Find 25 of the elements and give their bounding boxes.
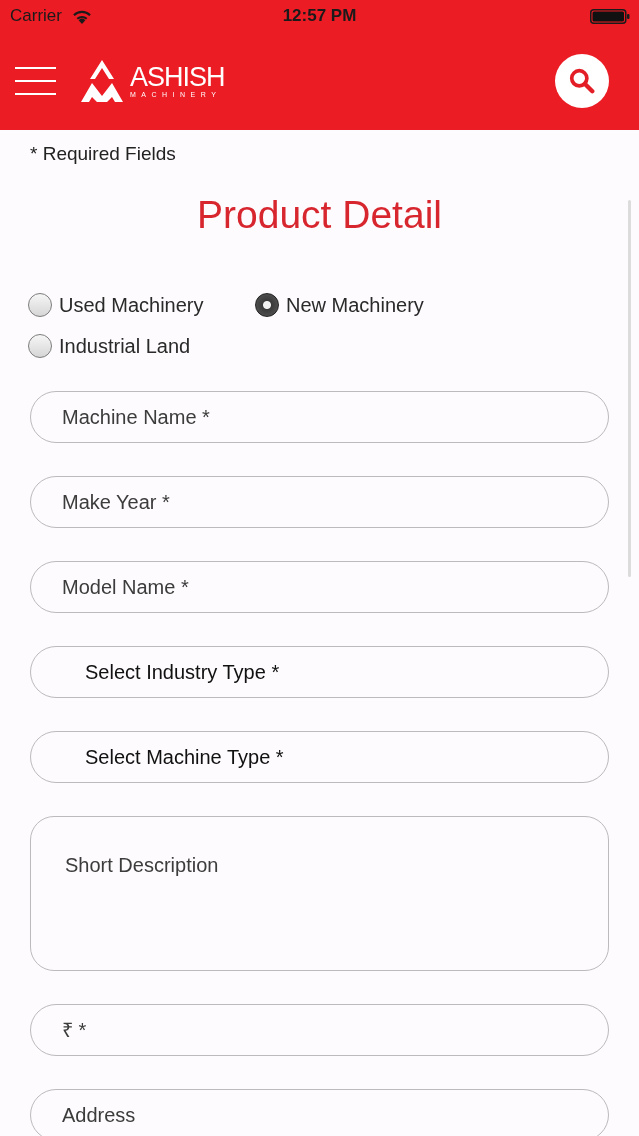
battery-icon (590, 8, 630, 24)
radio-label[interactable]: New Machinery (286, 293, 424, 317)
dropdown-field[interactable]: Select Machine Type * (30, 731, 609, 783)
search-button[interactable] (555, 54, 609, 108)
radio-label[interactable]: Industrial Land (59, 334, 191, 358)
carrier-name: Carrier (10, 6, 62, 26)
input-field[interactable]: Address (30, 1089, 609, 1136)
description-field[interactable]: Short Description (30, 816, 609, 971)
input-field[interactable]: Model Name * (30, 561, 609, 613)
input-field[interactable]: ₹ * (30, 1004, 609, 1056)
dropdown-field[interactable]: Select Industry Type * (30, 646, 609, 698)
search-icon (569, 68, 595, 94)
radio-button[interactable] (255, 293, 279, 317)
logo-mark-icon (81, 60, 123, 102)
input-field[interactable]: Machine Name * (30, 391, 609, 443)
page-title: Product Detail (196, 192, 443, 238)
logo-name: ASHISH (130, 63, 225, 91)
required-fields-note: * Required Fields (30, 142, 177, 166)
menu-icon[interactable] (15, 67, 56, 95)
status-time: 12:57 PM (282, 6, 357, 26)
radio-label[interactable]: Used Machinery (59, 293, 204, 317)
input-field[interactable]: Make Year * (30, 476, 609, 528)
radio-button[interactable] (28, 293, 52, 317)
wifi-icon (71, 8, 92, 24)
radio-button[interactable] (28, 334, 52, 358)
